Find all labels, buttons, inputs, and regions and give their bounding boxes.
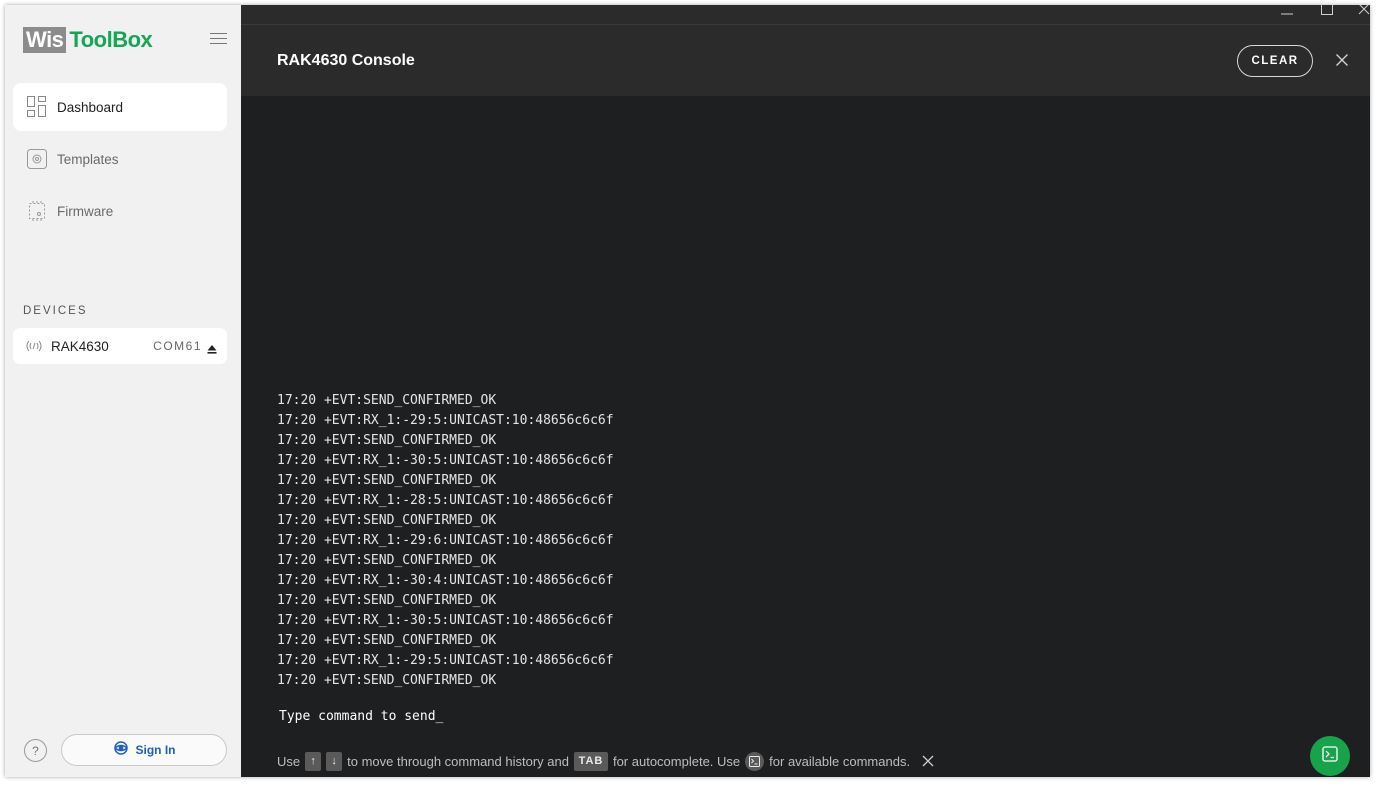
log-line: 17:20 +EVT:SEND_CONFIRMED_OK [277, 633, 497, 648]
device-port: COM61 [153, 339, 202, 353]
log-line: 17:20 +EVT:SEND_CONFIRMED_OK [277, 393, 497, 408]
log-line: 17:20 +EVT:SEND_CONFIRMED_OK [277, 553, 497, 568]
devices-section-title: DEVICES [23, 305, 88, 317]
dismiss-hint-icon[interactable] [922, 755, 934, 767]
logo-wis-text: Wis [23, 27, 67, 53]
log-line: 17:20 +EVT:RX_1:-30:5:UNICAST:10:48656c6… [277, 453, 614, 468]
templates-icon [26, 148, 48, 170]
sidebar-item-dashboard[interactable]: Dashboard [13, 83, 227, 131]
sign-in-button[interactable]: Sign In [61, 734, 227, 766]
terminal-fab-button[interactable] [1310, 736, 1350, 776]
hint-text: to move through command history and [347, 753, 569, 769]
log-line: 17:20 +EVT:RX_1:-29:5:UNICAST:10:48656c6… [277, 653, 614, 668]
command-input[interactable] [279, 708, 1179, 726]
minimize-icon[interactable] [1279, 5, 1295, 17]
maximize-icon[interactable] [1319, 5, 1335, 17]
keyboard-hint: Use ↑ ↓ to move through command history … [277, 750, 934, 772]
hint-text: for available commands. [769, 753, 911, 769]
log-line: 17:20 +EVT:RX_1:-28:5:UNICAST:10:48656c6… [277, 493, 614, 508]
device-item-rak4630[interactable]: RAK4630 COM61 [13, 328, 227, 364]
help-label: ? [32, 743, 39, 758]
help-button[interactable]: ? [24, 739, 47, 762]
sidebar-item-firmware[interactable]: Firmware [13, 187, 227, 235]
sidebar-item-label: Firmware [57, 203, 114, 219]
key-down-icon: ↓ [326, 751, 343, 771]
sidebar-item-label: Templates [57, 151, 119, 167]
window-close-icon[interactable] [1357, 5, 1370, 17]
sidebar: Wis ToolBox Dashboard Templates Firmware… [5, 5, 241, 777]
dashboard-grid-icon [26, 96, 48, 118]
logo-toolbox-text: ToolBox [69, 27, 153, 52]
log-line: 17:20 +EVT:SEND_CONFIRMED_OK [277, 473, 497, 488]
eject-icon[interactable] [207, 341, 217, 354]
titlebar-divider [241, 24, 1370, 25]
sign-in-label: Sign In [135, 743, 176, 757]
log-line: 17:20 +EVT:SEND_CONFIRMED_OK [277, 513, 497, 528]
close-icon[interactable] [1335, 53, 1349, 67]
app-window: Wis ToolBox Dashboard Templates Firmware… [5, 5, 1370, 777]
console-panel: RAK4630 Console CLEAR 17:20 +EVT:SEND_CO… [241, 5, 1370, 777]
app-logo: Wis ToolBox [23, 26, 153, 54]
log-line: 17:20 +EVT:RX_1:-30:5:UNICAST:10:48656c6… [277, 613, 614, 628]
key-up-icon: ↑ [305, 751, 322, 771]
log-line: 17:20 +EVT:RX_1:-30:4:UNICAST:10:48656c6… [277, 573, 614, 588]
clear-button[interactable]: CLEAR [1237, 45, 1313, 77]
log-line: 17:20 +EVT:SEND_CONFIRMED_OK [277, 433, 497, 448]
key-tab: TAB [573, 751, 608, 771]
log-line: 17:20 +EVT:RX_1:-29:5:UNICAST:10:48656c6… [277, 413, 614, 428]
wireless-signal-icon [25, 339, 43, 353]
log-line: 17:20 +EVT:RX_1:-29:6:UNICAST:10:48656c6… [277, 533, 614, 548]
sidebar-item-templates[interactable]: Templates [13, 135, 227, 183]
menu-icon[interactable] [210, 33, 227, 45]
console-header [241, 5, 1370, 96]
commands-list-icon [745, 751, 765, 771]
chip-icon [26, 200, 48, 222]
log-line: 17:20 +EVT:SEND_CONFIRMED_OK [277, 673, 497, 688]
sidebar-item-label: Dashboard [57, 99, 124, 115]
console-log: 17:20 +EVT:SEND_CONFIRMED_OK 17:20 +EVT:… [277, 391, 614, 691]
hint-text: Use [277, 753, 301, 769]
sign-in-icon [113, 740, 129, 761]
console-title: RAK4630 Console [277, 52, 415, 69]
terminal-icon [1321, 745, 1339, 768]
device-name: RAK4630 [51, 338, 109, 354]
log-line: 17:20 +EVT:SEND_CONFIRMED_OK [277, 593, 497, 608]
hint-text: for autocomplete. Use [612, 753, 741, 769]
